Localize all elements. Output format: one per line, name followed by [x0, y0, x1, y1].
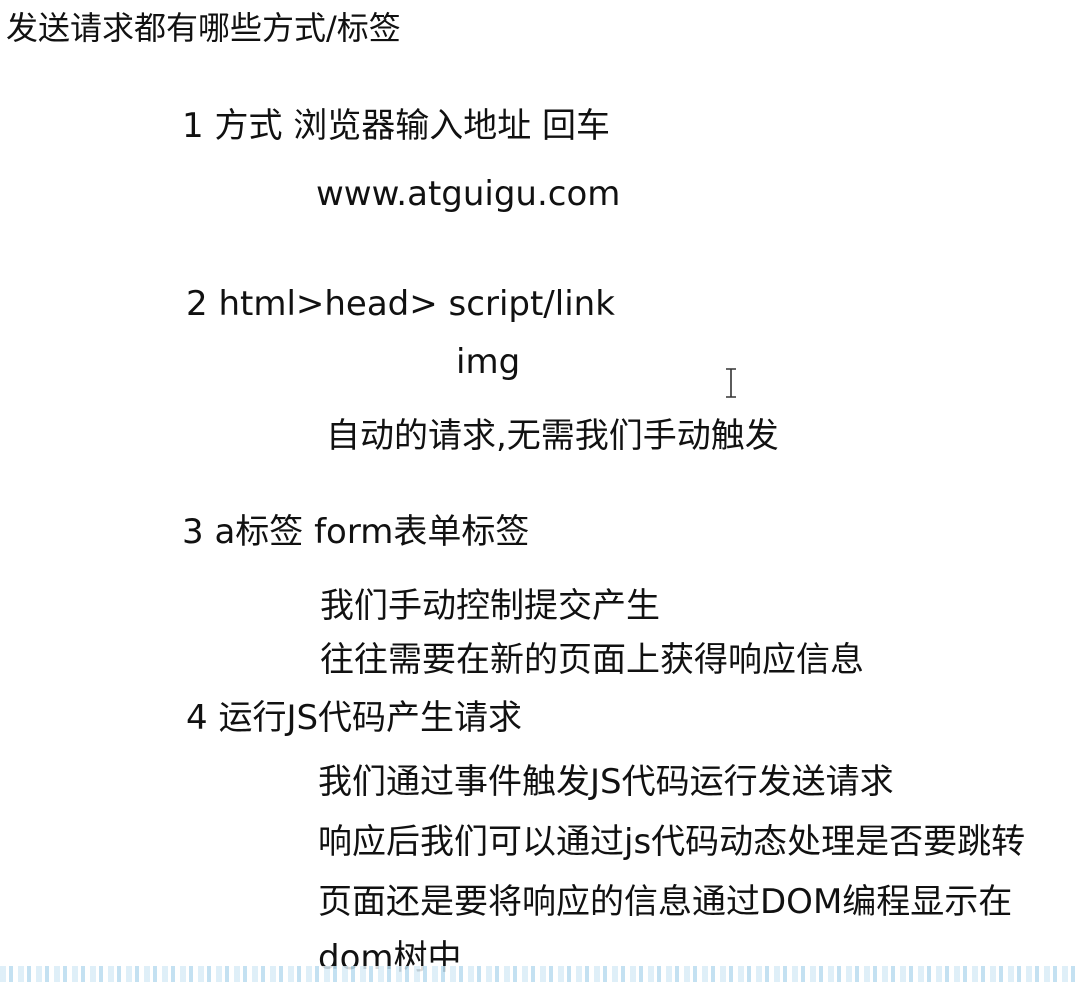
item-4-line-3: 页面还是要将响应的信息通过DOM编程显示在 [318, 882, 1013, 922]
item-2-line-2: 自动的请求,无需我们手动触发 [326, 416, 779, 456]
item-3-line-1: 我们手动控制提交产生 [320, 586, 660, 626]
item-1-heading: 1 方式 浏览器输入地址 回车 [182, 106, 611, 146]
slide: 发送请求都有哪些方式/标签 1 方式 浏览器输入地址 回车 www.atguig… [0, 0, 1077, 982]
item-3-line-2: 往往需要在新的页面上获得响应信息 [320, 640, 864, 680]
item-3-heading: 3 a标签 form表单标签 [182, 512, 530, 552]
text-cursor-icon [726, 368, 736, 398]
item-1-line-1: www.atguigu.com [316, 174, 621, 214]
item-2-heading: 2 html>head> script/link [186, 284, 615, 324]
item-4-line-2: 响应后我们可以通过js代码动态处理是否要跳转 [318, 822, 1026, 862]
item-4-heading: 4 运行JS代码产生请求 [186, 698, 523, 738]
item-4-line-1: 我们通过事件触发JS代码运行发送请求 [318, 762, 894, 802]
page-title: 发送请求都有哪些方式/标签 [6, 9, 401, 47]
item-2-line-1: img [456, 342, 521, 382]
bottom-strip [0, 966, 1077, 982]
